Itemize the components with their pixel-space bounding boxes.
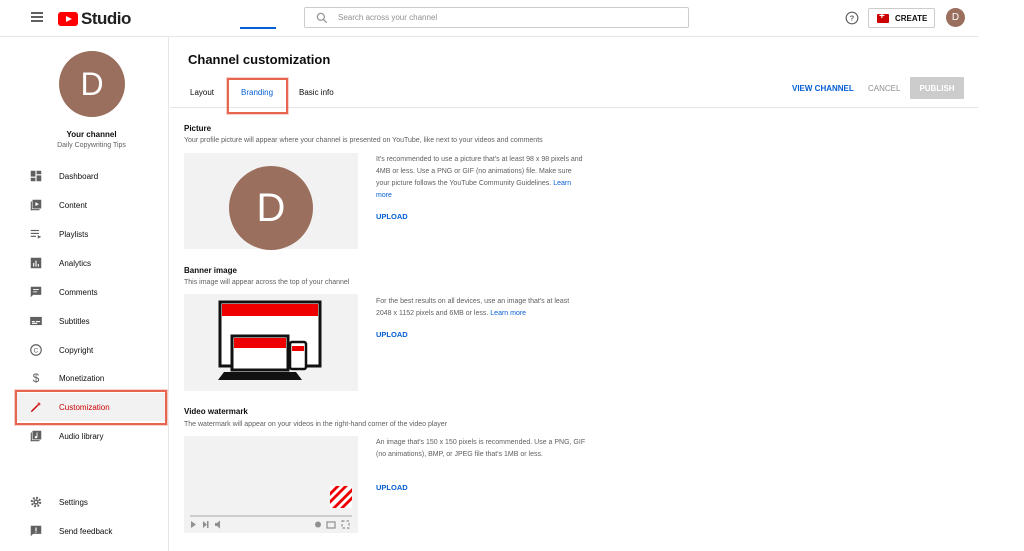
account-avatar[interactable]: D bbox=[946, 8, 965, 27]
youtube-logo-icon bbox=[58, 12, 78, 26]
video-player-illustration bbox=[184, 436, 358, 533]
copyright-icon: C bbox=[30, 344, 42, 356]
watermark-upload-button[interactable]: UPLOAD bbox=[376, 483, 408, 492]
comments-icon bbox=[30, 286, 42, 298]
picture-description: Your profile picture will appear where y… bbox=[184, 137, 543, 144]
top-bar: Studio ? CREATE D bbox=[0, 0, 978, 37]
publish-button[interactable]: PUBLISH bbox=[910, 77, 964, 99]
watermark-info: An image that's 150 x 150 pixels is reco… bbox=[376, 439, 586, 458]
picture-avatar: D bbox=[229, 166, 313, 250]
audio-library-icon bbox=[30, 430, 42, 442]
tab-layout[interactable]: Layout bbox=[190, 88, 214, 97]
subtitles-icon bbox=[30, 316, 42, 326]
sidebar-item-label: Audio library bbox=[59, 431, 104, 441]
sidebar-item-settings[interactable]: Settings bbox=[14, 488, 169, 516]
sidebar-item-label: Analytics bbox=[59, 258, 92, 268]
feedback-icon bbox=[30, 525, 42, 537]
channel-avatar[interactable]: D bbox=[59, 51, 125, 117]
create-button[interactable]: CREATE bbox=[868, 8, 935, 28]
content-icon bbox=[30, 199, 42, 211]
sidebar-item-label: Copyright bbox=[59, 345, 94, 355]
banner-info: For the best results on all devices, use… bbox=[376, 296, 586, 320]
sidebar-item-label: Dashboard bbox=[59, 171, 99, 181]
sidebar-item-label: Send feedback bbox=[59, 526, 113, 536]
sidebar-item-copyright[interactable]: C Copyright bbox=[14, 336, 169, 364]
picture-info: It's recommended to use a picture that's… bbox=[376, 154, 586, 202]
sidebar-item-comments[interactable]: Comments bbox=[14, 278, 169, 306]
sidebar-item-label: Comments bbox=[59, 287, 98, 297]
studio-logo[interactable]: Studio bbox=[58, 9, 131, 29]
banner-title: Banner image bbox=[184, 266, 237, 275]
sidebar-item-label: Subtitles bbox=[59, 316, 90, 326]
picture-title: Picture bbox=[184, 124, 212, 133]
highlight-customization bbox=[15, 390, 167, 425]
active-tab-indicator bbox=[240, 27, 276, 29]
watermark-description: The watermark will appear on your videos… bbox=[184, 421, 448, 428]
sidebar: D Your channel Daily Copywriting Tips Da… bbox=[14, 37, 169, 551]
banner-preview bbox=[184, 294, 358, 391]
analytics-icon bbox=[30, 257, 42, 269]
tab-bar: Layout Branding Basic info bbox=[170, 78, 978, 108]
sidebar-item-label: Monetization bbox=[59, 373, 105, 383]
picture-info-text: It's recommended to use a picture that's… bbox=[376, 156, 583, 187]
banner-upload-button[interactable]: UPLOAD bbox=[376, 330, 408, 339]
your-channel-label: Your channel bbox=[66, 130, 117, 139]
sidebar-item-label: Content bbox=[59, 200, 88, 210]
banner-info-text: For the best results on all devices, use… bbox=[376, 298, 570, 317]
sidebar-item-monetization[interactable]: $ Monetization bbox=[14, 364, 169, 392]
svg-text:C: C bbox=[34, 347, 39, 354]
menu-icon[interactable] bbox=[31, 12, 43, 22]
search-box[interactable] bbox=[304, 7, 689, 28]
gear-icon bbox=[30, 496, 42, 508]
view-channel-button[interactable]: VIEW CHANNEL bbox=[792, 84, 854, 93]
playlists-icon bbox=[30, 229, 42, 239]
tab-basic-info[interactable]: Basic info bbox=[299, 88, 334, 97]
banner-description: This image will appear across the top of… bbox=[184, 279, 350, 286]
page-title: Channel customization bbox=[188, 52, 331, 67]
sidebar-item-dashboard[interactable]: Dashboard bbox=[14, 162, 169, 190]
picture-upload-button[interactable]: UPLOAD bbox=[376, 212, 408, 221]
watermark-preview bbox=[184, 436, 358, 533]
watermark-icon bbox=[330, 486, 352, 508]
search-input[interactable] bbox=[338, 13, 668, 22]
create-label: CREATE bbox=[895, 13, 928, 23]
search-icon bbox=[316, 12, 328, 23]
sidebar-item-send-feedback[interactable]: Send feedback bbox=[14, 517, 169, 545]
svg-text:?: ? bbox=[850, 14, 855, 23]
video-plus-icon bbox=[877, 11, 889, 23]
sidebar-item-label: Playlists bbox=[59, 229, 89, 239]
channel-name: Daily Copywriting Tips bbox=[57, 142, 126, 149]
sidebar-item-analytics[interactable]: Analytics bbox=[14, 249, 169, 277]
monetization-icon: $ bbox=[33, 372, 40, 385]
dashboard-icon bbox=[30, 170, 42, 182]
picture-preview: D bbox=[184, 153, 358, 250]
sidebar-item-playlists[interactable]: Playlists bbox=[14, 220, 169, 248]
watermark-title: Video watermark bbox=[184, 407, 248, 416]
devices-illustration bbox=[218, 300, 322, 380]
logo-text: Studio bbox=[81, 9, 131, 28]
sidebar-item-content[interactable]: Content bbox=[14, 191, 169, 219]
banner-learn-more-link[interactable]: Learn more bbox=[490, 310, 526, 317]
sidebar-item-subtitles[interactable]: Subtitles bbox=[14, 307, 169, 335]
highlight-branding-tab bbox=[227, 78, 288, 114]
svg-text:$: $ bbox=[33, 372, 40, 385]
help-icon[interactable]: ? bbox=[845, 11, 859, 25]
sidebar-item-audio-library[interactable]: Audio library bbox=[14, 422, 169, 450]
cancel-button[interactable]: CANCEL bbox=[868, 84, 900, 93]
sidebar-item-label: Settings bbox=[59, 497, 88, 507]
